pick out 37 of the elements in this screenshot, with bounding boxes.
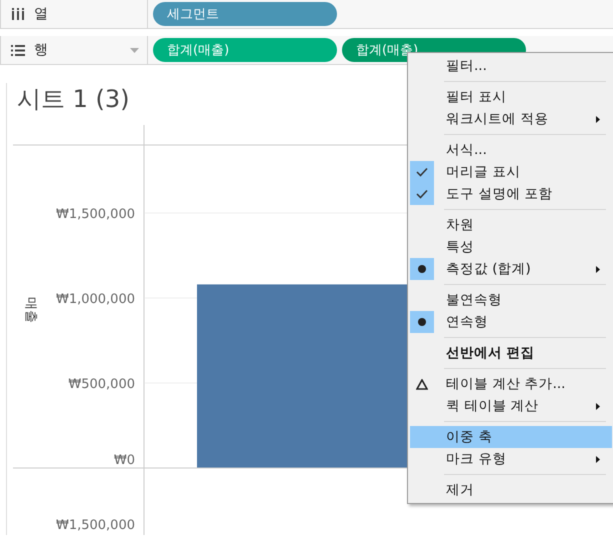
menu-item[interactable]: 특성 xyxy=(410,236,612,258)
menu-item[interactable]: 워크시트에 적용 xyxy=(410,108,612,130)
columns-icon xyxy=(11,8,25,20)
check-icon xyxy=(416,167,428,177)
axis-tick-label: ₩1,000,000 xyxy=(56,292,135,307)
menu-item[interactable]: 테이블 계산 추가... xyxy=(410,373,612,395)
submenu-arrow-icon xyxy=(596,403,600,410)
check-icon xyxy=(416,189,428,199)
menu-item[interactable]: 불연속형 xyxy=(410,289,612,311)
menu-item[interactable]: 머리글 표시 xyxy=(410,161,612,183)
axis-title: 매출 xyxy=(23,297,38,323)
submenu-arrow-icon xyxy=(596,116,600,123)
delta-icon xyxy=(416,378,428,390)
menu-item[interactable]: 도구 설명에 포함 xyxy=(410,183,612,205)
axis-tick-label: ₩500,000 xyxy=(68,377,135,392)
menu-item[interactable]: 퀵 테이블 계산 xyxy=(410,395,612,417)
axis-tick-label: ₩0 xyxy=(114,453,135,468)
radio-dot-icon xyxy=(418,265,426,273)
submenu-arrow-icon xyxy=(596,266,600,273)
menu-item[interactable]: 측정값 (합계) xyxy=(410,258,612,280)
menu-item[interactable]: 이중 축 xyxy=(410,426,612,448)
menu-item[interactable]: 연속형 xyxy=(410,311,612,333)
shelf-label: 열 xyxy=(34,5,48,23)
menu-item[interactable]: 필터 표시 xyxy=(410,86,612,108)
rows-icon xyxy=(11,44,25,56)
menu-item[interactable]: 선반에서 편집 xyxy=(410,342,612,364)
axis-tick-label: ₩1,500,000 xyxy=(56,207,135,222)
menu-item[interactable]: 제거 xyxy=(410,479,612,501)
menu-item[interactable]: 서식... xyxy=(410,139,612,161)
radio-dot-icon xyxy=(418,318,426,326)
submenu-arrow-icon xyxy=(596,456,600,463)
sheet-title: 시트 1 (3) xyxy=(17,84,130,111)
menu-item[interactable]: 차원 xyxy=(410,214,612,236)
dropdown-arrow-icon[interactable] xyxy=(130,48,139,53)
shelf-label: 행 xyxy=(34,41,48,59)
menu-item[interactable]: 마크 유형 xyxy=(410,448,612,470)
axis-tick-label: ₩1,500,000 xyxy=(56,518,135,533)
